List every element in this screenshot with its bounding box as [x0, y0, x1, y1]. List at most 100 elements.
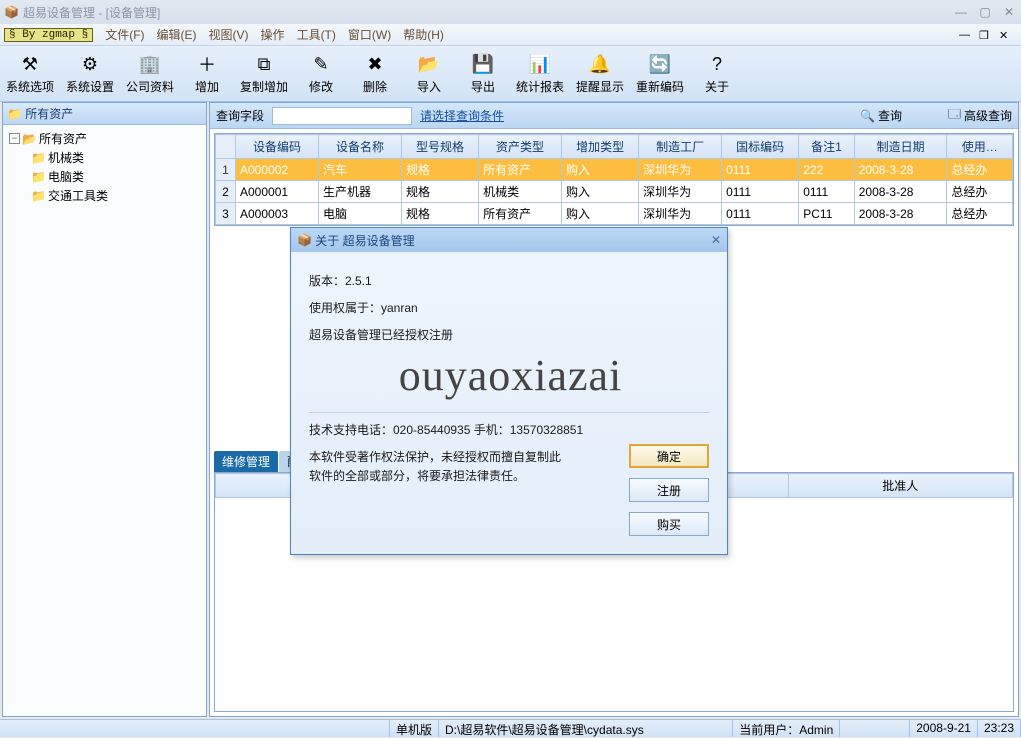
toolbar-1[interactable]: ⚙ 系统设置 [60, 46, 120, 101]
tree-item[interactable]: 📁机械类 [9, 148, 200, 167]
toolbar-8[interactable]: 💾导出 [456, 46, 510, 101]
toolbar-label: 修改 [309, 78, 333, 95]
tree-item[interactable]: 📁交通工具类 [9, 186, 200, 205]
toolbar-label: 统计报表 [516, 78, 564, 95]
grid-header[interactable]: 使用… [947, 135, 1013, 159]
toolbar-label: 复制增加 [240, 78, 288, 95]
toolbar-label: 系统设置 [66, 78, 114, 95]
tree-item[interactable]: 📁电脑类 [9, 167, 200, 186]
menu-window[interactable]: 窗口(W) [342, 24, 397, 45]
status-edition: 单机版 [390, 720, 439, 737]
query-button[interactable]: 🔍查询 [860, 107, 902, 124]
grid-header[interactable]: 国标编码 [722, 135, 799, 159]
folder-icon: 📁 [31, 189, 46, 203]
close-button[interactable]: ✕ [1001, 5, 1017, 19]
toolbar-10[interactable]: 🔔 提醒显示 [570, 46, 630, 101]
toolbar-3[interactable]: ＋ 增加 [180, 46, 234, 101]
toolbar-7[interactable]: 📂导入 [402, 46, 456, 101]
child-minimize-button[interactable]: — [959, 29, 973, 41]
toolbar-11[interactable]: 🔄重新编码 [630, 46, 690, 101]
toolbar-4[interactable]: ⧉ 复制增加 [234, 46, 294, 101]
toolbar-label: 关于 [705, 78, 729, 95]
subgrid-header[interactable]: 批准人 [788, 474, 1012, 498]
toolbar: ⚒ 系统选项 ⚙ 系统设置 🏢公司资料 ＋ 增加 ⧉ 复制增加 ✎修改 ✖ 删除 📂导入💾导出 📊 统计报表… [0, 46, 1021, 102]
sidebar: 📁 所有资产 −📂所有资产 📁机械类📁电脑类📁交通工具类 [2, 102, 207, 717]
toolbar-icon: ⚙ [76, 52, 104, 76]
row-number: 2 [216, 181, 236, 203]
menu-tool[interactable]: 工具(T) [291, 24, 342, 45]
toolbar-label: 删除 [363, 78, 387, 95]
toolbar-icon: 📂 [415, 52, 443, 76]
query-hint-link[interactable]: 请选择查询条件 [420, 107, 504, 124]
row-number: 3 [216, 203, 236, 225]
table-row[interactable]: 2A000001生产机器规格机械类购入深圳华为011101112008-3-28… [216, 181, 1013, 203]
table-row[interactable]: 1A000002汽车规格所有资产购入深圳华为01112222008-3-28总经… [216, 159, 1013, 181]
toolbar-12[interactable]: ?关于 [690, 46, 744, 101]
grid-header[interactable]: 制造工厂 [639, 135, 722, 159]
toolbar-9[interactable]: 📊 统计报表 [510, 46, 570, 101]
about-register-button[interactable]: 注册 [629, 478, 709, 502]
tree-root[interactable]: −📂所有资产 [9, 129, 200, 148]
grid-header[interactable]: 资产类型 [479, 135, 562, 159]
menu-operate[interactable]: 操作 [255, 24, 291, 45]
menu-help[interactable]: 帮助(H) [397, 24, 450, 45]
toolbar-0[interactable]: ⚒ 系统选项 [0, 46, 60, 101]
query-field-input[interactable] [272, 107, 412, 125]
child-close-button[interactable]: ✕ [999, 29, 1013, 41]
statusbar: 单机版 D:\超易软件\超易设备管理\cydata.sys 当前用户：Admin… [0, 719, 1021, 737]
maximize-button[interactable]: ▢ [977, 5, 993, 19]
tree-item-label: 电脑类 [48, 168, 84, 185]
menu-file[interactable]: 文件(F) [99, 24, 150, 45]
toolbar-5[interactable]: ✎修改 [294, 46, 348, 101]
query-bar: 查询字段 请选择查询条件 🔍查询 🗔高级查询 [210, 103, 1018, 129]
about-close-button[interactable]: ✕ [711, 233, 721, 247]
minimize-button[interactable]: — [953, 5, 969, 19]
grid-cell: 0111 [722, 159, 799, 181]
grid-header[interactable]: 设备编码 [236, 135, 319, 159]
status-path: D:\超易软件\超易设备管理\cydata.sys [439, 720, 733, 737]
toolbar-label: 增加 [195, 78, 219, 95]
advanced-query-button[interactable]: 🗔高级查询 [948, 105, 1012, 126]
menu-edit[interactable]: 编辑(E) [151, 24, 203, 45]
query-button-label: 查询 [878, 107, 902, 124]
grid-cell: 深圳华为 [639, 203, 722, 225]
titlebar: 📦 超易设备管理 - [设备管理] — ▢ ✕ [0, 0, 1021, 24]
table-row[interactable]: 3A000003电脑规格所有资产购入深圳华为0111PC112008-3-28总… [216, 203, 1013, 225]
grid-cell: 2008-3-28 [854, 203, 947, 225]
grid-cell: 深圳华为 [639, 181, 722, 203]
toolbar-icon: ＋ [193, 52, 221, 76]
about-version: 版本：2.5.1 [309, 272, 709, 291]
toolbar-label: 重新编码 [636, 78, 684, 95]
grid-cell: 所有资产 [479, 159, 562, 181]
about-dialog: 📦 关于 超易设备管理 ✕ 版本：2.5.1 使用权属于：yanran 超易设备… [290, 227, 728, 555]
tab-maintenance[interactable]: 维修管理 [214, 451, 278, 472]
grid-header[interactable]: 设备名称 [319, 135, 402, 159]
toolbar-icon: 🏢 [136, 52, 164, 76]
toolbar-2[interactable]: 🏢公司资料 [120, 46, 180, 101]
toolbar-label: 系统选项 [6, 78, 54, 95]
about-ok-button[interactable]: 确定 [629, 444, 709, 468]
toolbar-label: 提醒显示 [576, 78, 624, 95]
grid-header[interactable]: 备注1 [799, 135, 854, 159]
toolbar-6[interactable]: ✖ 删除 [348, 46, 402, 101]
toolbar-icon: ⚒ [16, 52, 44, 76]
watermark-badge: § By zgmap § [4, 28, 93, 42]
child-restore-button[interactable]: ❐ [979, 29, 993, 41]
grid-header[interactable]: 增加类型 [562, 135, 639, 159]
grid-cell: A000001 [236, 181, 319, 203]
toolbar-icon: 🔔 [586, 52, 614, 76]
about-buy-button[interactable]: 购买 [629, 512, 709, 536]
about-registered: 超易设备管理已经授权注册 [309, 326, 709, 345]
grid-cell: 222 [799, 159, 854, 181]
grid-header[interactable]: 制造日期 [854, 135, 947, 159]
grid-cell: 总经办 [947, 159, 1013, 181]
grid-cell: A000002 [236, 159, 319, 181]
grid-cell: 0111 [722, 203, 799, 225]
menu-view[interactable]: 视图(V) [203, 24, 255, 45]
toolbar-icon: ✖ [361, 52, 389, 76]
toolbar-icon: 📊 [526, 52, 554, 76]
toolbar-icon: ⧉ [250, 52, 278, 76]
grid-header[interactable]: 型号规格 [401, 135, 478, 159]
grid-cell: 0111 [799, 181, 854, 203]
collapse-icon[interactable]: − [9, 133, 20, 144]
